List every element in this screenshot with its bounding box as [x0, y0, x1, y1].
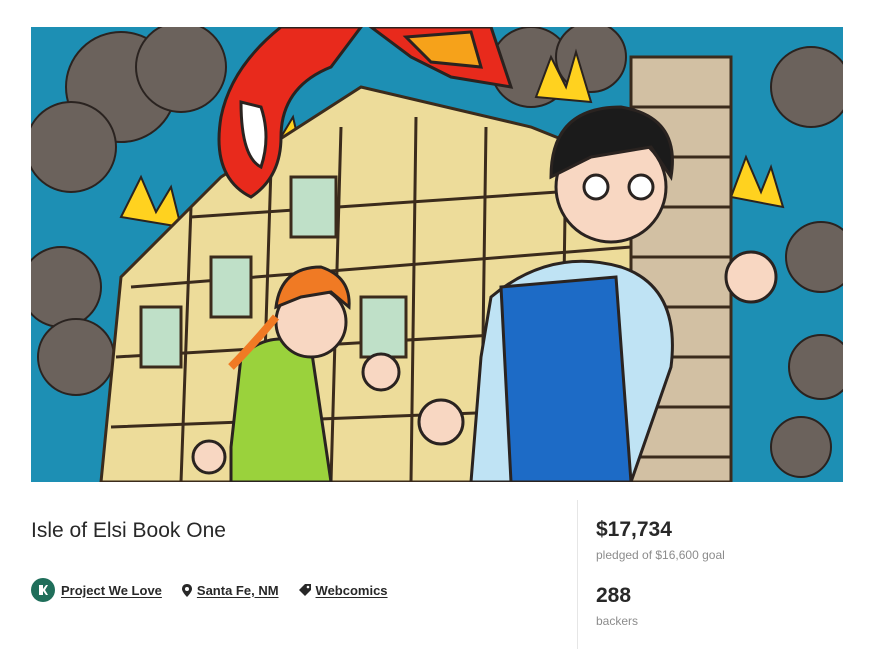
- project-we-love-label[interactable]: Project We Love: [61, 583, 162, 598]
- backers-count: 288: [596, 584, 632, 607]
- backers-caption: backers: [596, 614, 639, 628]
- category-link[interactable]: Webcomics: [298, 583, 388, 598]
- map-pin-icon: [181, 583, 192, 597]
- project-hero-image[interactable]: [31, 27, 843, 482]
- tag-icon: [298, 584, 311, 596]
- category-label[interactable]: Webcomics: [316, 583, 388, 598]
- project-title: Isle of Elsi Book One: [31, 519, 226, 542]
- pledged-caption: pledged of $16,600 goal: [596, 548, 725, 562]
- kickstarter-badge-icon: [31, 578, 55, 602]
- stats-divider: [577, 500, 578, 649]
- location-link[interactable]: Santa Fe, NM: [181, 583, 279, 598]
- project-we-love-link[interactable]: Project We Love: [31, 578, 162, 602]
- hero-illustration: [31, 27, 843, 482]
- location-label[interactable]: Santa Fe, NM: [197, 583, 279, 598]
- pledged-amount: $17,734: [596, 518, 672, 541]
- project-meta: Project We Love Santa Fe, NM Webcomics: [31, 577, 408, 603]
